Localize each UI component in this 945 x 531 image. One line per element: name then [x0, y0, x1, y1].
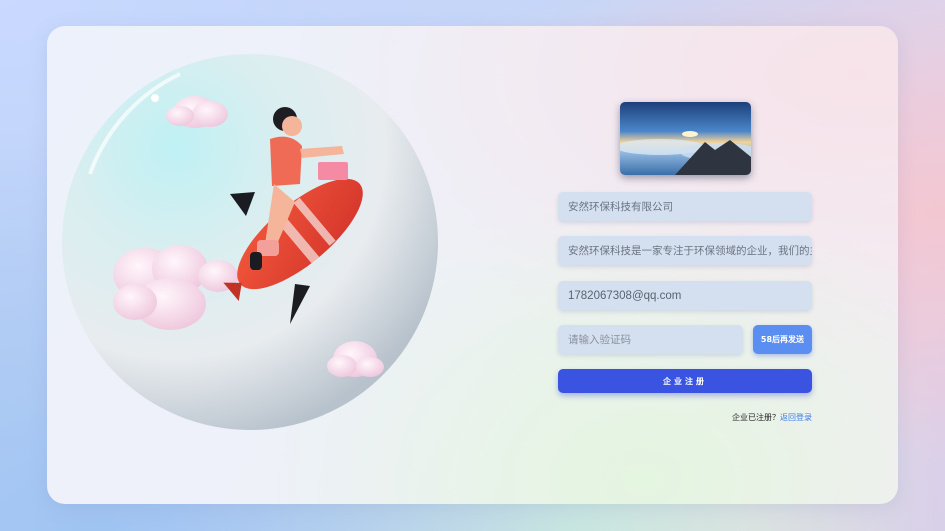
back-to-login-link[interactable]: 返回登录 — [780, 413, 812, 422]
email-field[interactable]: 1782067308@qq.com — [558, 281, 812, 310]
login-prompt: 企业已注册？返回登录 — [700, 412, 812, 423]
hero-illustration — [60, 54, 450, 440]
already-registered-text: 企业已注册？ — [732, 413, 780, 422]
verification-code-input[interactable] — [558, 325, 743, 354]
banner-image — [620, 102, 751, 175]
register-button[interactable]: 企业注册 — [558, 369, 812, 393]
send-code-button[interactable]: 58后再发送 — [753, 325, 812, 354]
company-name-field[interactable]: 安然环保科技有限公司 — [558, 192, 812, 221]
company-intro-field[interactable]: 安然环保科技是一家专注于环保领域的企业，我们的主 — [558, 236, 812, 265]
